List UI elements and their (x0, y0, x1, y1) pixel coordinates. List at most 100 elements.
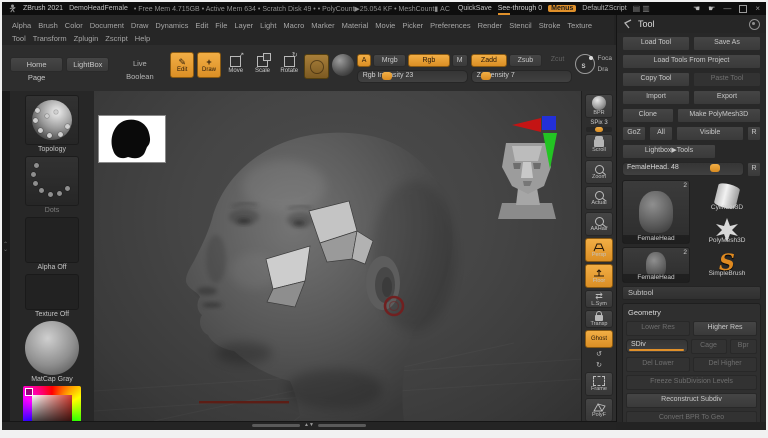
goz-visible-button[interactable]: Visible (676, 126, 744, 141)
export-button[interactable]: Export (693, 90, 761, 105)
rotate-mode-button[interactable]: ↻ Rotate (277, 52, 301, 78)
higher-res-button[interactable]: Higher Res (693, 321, 757, 336)
z-intensity-thumb[interactable] (481, 72, 491, 80)
menu-item-edit[interactable]: Edit (195, 19, 208, 30)
menu-item-picker[interactable]: Picker (402, 19, 423, 30)
menu-item-dynamics[interactable]: Dynamics (155, 19, 188, 30)
menu-item-render[interactable]: Render (478, 19, 503, 30)
material-selector[interactable]: MatCap Gray (25, 321, 79, 383)
goz-button[interactable]: GoZ (622, 126, 646, 141)
load-tools-from-project-button[interactable]: Load Tools From Project (622, 54, 761, 69)
sculpting-canvas[interactable] (94, 91, 581, 422)
draw-size-label[interactable]: Dra (598, 66, 612, 73)
zoom-button[interactable]: Zoom (585, 160, 613, 184)
persp-toggle[interactable]: Persp (585, 238, 613, 262)
polyframe-button[interactable]: PolyF (585, 398, 613, 422)
menu-item-transform[interactable]: Transform (33, 32, 67, 43)
lightbox-button[interactable]: LightBox (66, 57, 109, 72)
menu-item-macro[interactable]: Macro (283, 19, 304, 30)
menu-item-help[interactable]: Help (135, 32, 150, 43)
bottom-tray-divider[interactable]: ▲▼ (2, 421, 616, 430)
copy-tool-button[interactable]: Copy Tool (622, 72, 690, 87)
see-through-slider[interactable]: See-through 0 (498, 5, 542, 12)
restore-button[interactable] (739, 5, 747, 13)
color-picker[interactable]: Gradient (23, 386, 81, 422)
alpha-selector[interactable]: Alpha Off (25, 217, 79, 271)
menu-item-layer[interactable]: Layer (234, 19, 253, 30)
femalehead2-thumbnail[interactable]: 2 FemaleHead (622, 247, 690, 283)
paste-tool-button[interactable]: Paste Tool (693, 72, 761, 87)
rgb-intensity-thumb[interactable] (382, 72, 392, 80)
live-boolean-button[interactable]: Live Boolean (112, 57, 167, 72)
reconstruct-subdiv-button[interactable]: Reconstruct Subdiv (626, 393, 757, 408)
local-symmetry-toggle[interactable]: ⇄ L.Sym (585, 290, 613, 308)
menu-item-alpha[interactable]: Alpha (12, 19, 31, 30)
load-tool-button[interactable]: Load Tool (622, 36, 690, 51)
save-as-button[interactable]: Save As (693, 36, 761, 51)
scroll-button[interactable]: Scroll (585, 134, 613, 158)
current-material-button[interactable] (332, 54, 354, 76)
clone-button[interactable]: Clone (622, 108, 674, 123)
active-tool-thumbnail[interactable]: 2 FemaleHead (622, 180, 690, 244)
menu-item-stencil[interactable]: Stencil (509, 19, 532, 30)
draw-mode-button[interactable]: + Draw (197, 52, 221, 78)
default-zscript-button[interactable]: DefaultZScript (582, 5, 626, 12)
menu-item-document[interactable]: Document (90, 19, 124, 30)
zcut-toggle[interactable]: Zcut (544, 54, 572, 67)
actual-size-button[interactable]: Actual (585, 186, 613, 210)
quicksave-button[interactable]: QuickSave (458, 5, 492, 12)
floor-toggle[interactable]: Floor (585, 264, 613, 288)
scale-mode-button[interactable]: Scale (251, 52, 275, 78)
home-page-button[interactable]: Home Page (10, 57, 63, 72)
stroke-selector[interactable]: Dots (25, 156, 79, 214)
item-r-button[interactable]: R (747, 162, 761, 177)
bpr-render-button[interactable]: BPR (585, 94, 613, 118)
record-icon[interactable]: ↻ (596, 361, 602, 370)
make-polymesh3d-button[interactable]: Make PolyMesh3D (677, 108, 762, 123)
del-higher-button[interactable]: Del Higher (693, 357, 757, 372)
minimize-button[interactable]: — (723, 4, 731, 13)
zadd-toggle[interactable]: Zadd (471, 54, 508, 67)
palette-restore-icon[interactable] (749, 19, 760, 30)
menu-item-light[interactable]: Light (260, 19, 276, 30)
ghost-toggle[interactable]: Ghost (585, 330, 613, 348)
hand-left-icon[interactable]: ☚ (693, 4, 700, 13)
close-button[interactable]: × (755, 4, 760, 13)
menu-item-brush[interactable]: Brush (38, 19, 58, 30)
ui-layout-icons[interactable]: ▤▥ (633, 4, 652, 13)
edit-mode-button[interactable]: ✎ Edit (170, 52, 194, 78)
menu-item-stroke[interactable]: Stroke (539, 19, 561, 30)
z-intensity-slider[interactable]: Z Intensity 7 (471, 70, 572, 83)
menu-item-movie[interactable]: Movie (375, 19, 395, 30)
menu-item-zplugin[interactable]: Zplugin (74, 32, 99, 43)
frame-button[interactable]: Frame (585, 372, 613, 396)
cylinder3d-thumbnail[interactable]: Cylinder3D (693, 180, 761, 212)
stroke-type-button[interactable]: S (575, 54, 595, 74)
solo-icon[interactable]: ↺ (596, 350, 602, 359)
cage-button[interactable]: Cage (691, 339, 727, 354)
zsub-toggle[interactable]: Zsub (509, 54, 541, 67)
subtool-section-header[interactable]: Subtool (622, 286, 761, 300)
transp-toggle[interactable]: Transp (585, 310, 613, 328)
lower-res-button[interactable]: Lower Res (626, 321, 690, 336)
lightbox-tools-button[interactable]: Lightbox▶Tools (622, 144, 716, 159)
menu-item-zscript[interactable]: Zscript (105, 32, 128, 43)
menu-item-preferences[interactable]: Preferences (430, 19, 470, 30)
aahalf-button[interactable]: AAHalf (585, 212, 613, 236)
spix-slider[interactable]: SPix 3 (585, 120, 613, 132)
sdiv-slider[interactable]: SDiv (626, 339, 688, 353)
current-brush-button[interactable] (304, 54, 329, 79)
menu-item-material[interactable]: Material (342, 19, 369, 30)
left-tray-divider[interactable]: ⌃⌄ (2, 91, 10, 422)
brush-selector[interactable]: Topology (25, 95, 79, 153)
polymesh3d-thumbnail[interactable]: PolyMesh3D (693, 215, 761, 245)
goz-r-button[interactable]: R (747, 126, 761, 141)
menu-item-file[interactable]: File (215, 19, 227, 30)
anchor-toggle[interactable]: A (357, 54, 372, 67)
mrgb-toggle[interactable]: Mrgb (373, 54, 406, 67)
menu-item-tool[interactable]: Tool (12, 32, 26, 43)
divider-arrows-icon[interactable]: ▲▼ (304, 423, 314, 427)
freeze-subdivision-button[interactable]: Freeze SubDivision Levels (626, 375, 757, 390)
item-info-thumb[interactable] (710, 164, 720, 172)
texture-selector[interactable]: Texture Off (25, 274, 79, 318)
